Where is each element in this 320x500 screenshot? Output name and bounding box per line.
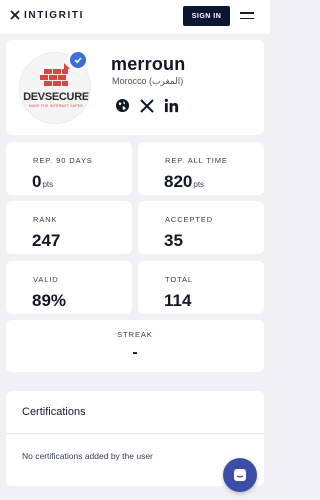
hamburger-icon[interactable] bbox=[240, 12, 254, 21]
streak-card: STREAK - bbox=[6, 320, 264, 372]
globe-icon[interactable] bbox=[115, 98, 130, 113]
verified-check-icon bbox=[68, 50, 88, 70]
sign-in-button[interactable]: SIGN IN bbox=[183, 6, 230, 26]
stat-value: 114 bbox=[164, 291, 192, 310]
divider bbox=[6, 433, 264, 434]
stat-value: 35 bbox=[164, 231, 183, 250]
intigriti-logo-icon bbox=[10, 10, 20, 20]
streak-label: STREAK bbox=[117, 330, 153, 339]
profile-card: DEVSECURE MAKE THE INTERNET SAFER merrou… bbox=[6, 40, 264, 135]
social-links bbox=[115, 98, 179, 113]
username: merroun bbox=[111, 54, 186, 74]
stat-label: REP. 90 DAYS bbox=[33, 156, 93, 165]
brand-logo[interactable]: INTIGRITI bbox=[9, 9, 84, 21]
stat-label: TOTAL bbox=[165, 275, 193, 284]
x-icon[interactable] bbox=[140, 98, 154, 113]
certifications-title: Certifications bbox=[22, 406, 86, 418]
svg-text:MAKE THE INTERNET SAFER: MAKE THE INTERNET SAFER bbox=[29, 104, 84, 108]
stat-label: VALID bbox=[33, 275, 59, 284]
stat-card-rep-90-days: REP. 90 DAYS 0pts bbox=[6, 142, 132, 195]
stat-value: 89% bbox=[32, 291, 67, 310]
stat-card-rep-all-time: REP. ALL TIME 820pts bbox=[138, 142, 264, 195]
streak-value: - bbox=[132, 344, 138, 361]
user-location: Morocco (المغرب) bbox=[112, 76, 184, 86]
svg-text:DEVSECURE: DEVSECURE bbox=[23, 91, 89, 103]
brand-name: INTIGRITI bbox=[24, 9, 84, 21]
stat-value: 247 bbox=[32, 231, 61, 250]
stat-card-valid: VALID 89% bbox=[6, 261, 132, 314]
stat-label: ACCEPTED bbox=[165, 215, 214, 224]
stat-card-accepted: ACCEPTED 35 bbox=[138, 201, 264, 254]
stat-label: REP. ALL TIME bbox=[165, 156, 228, 165]
stat-card-total: TOTAL 114 bbox=[138, 261, 264, 314]
certifications-empty-text: No certifications added by the user bbox=[22, 451, 153, 461]
stat-value: 0pts bbox=[32, 172, 54, 191]
stat-card-rank: RANK 247 bbox=[6, 201, 132, 254]
chat-bubble-icon[interactable] bbox=[223, 458, 257, 492]
top-header: INTIGRITI SIGN IN bbox=[0, 0, 270, 34]
stat-value: 820pts bbox=[164, 172, 205, 191]
linkedin-icon[interactable] bbox=[164, 98, 179, 113]
stat-label: RANK bbox=[33, 215, 58, 224]
